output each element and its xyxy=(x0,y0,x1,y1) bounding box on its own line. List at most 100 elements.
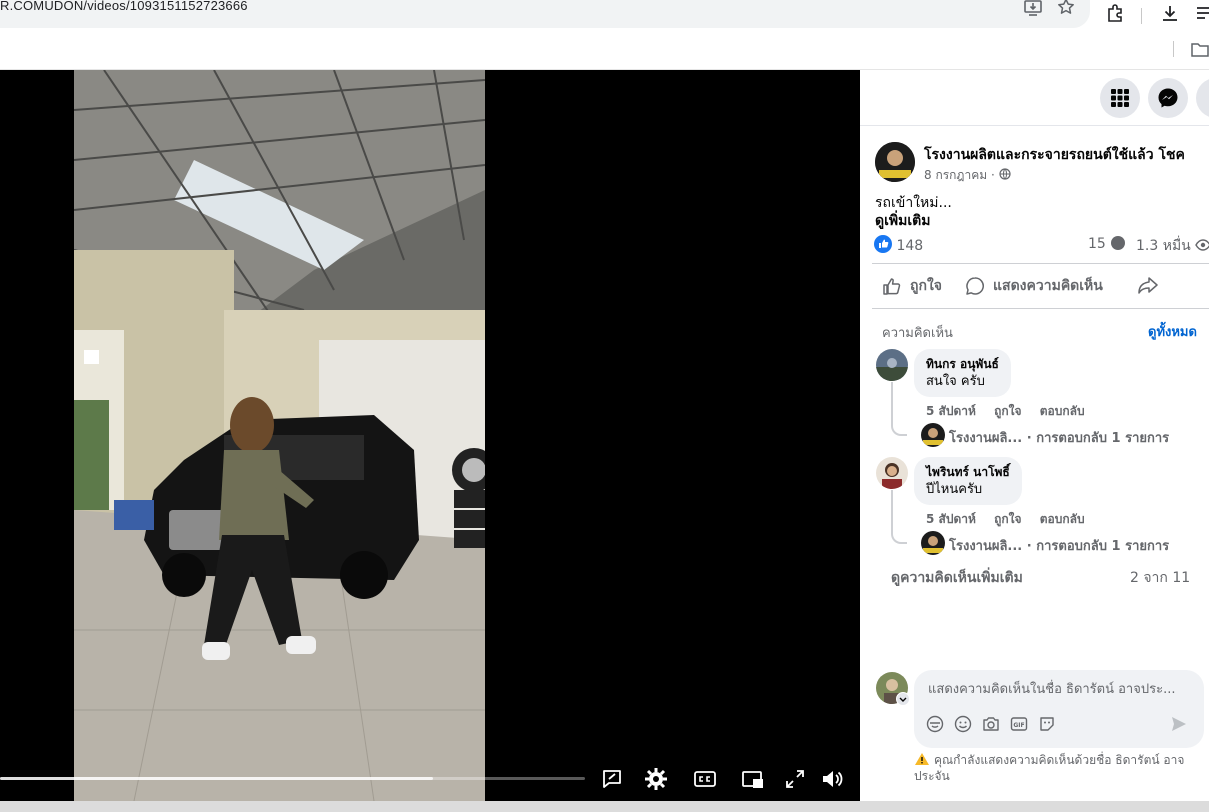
comment-overlay-icon[interactable] xyxy=(600,767,624,791)
reading-list-icon[interactable] xyxy=(1194,3,1209,23)
commenter-avatar[interactable] xyxy=(876,349,908,381)
comment-label: แสดงความคิดเห็น xyxy=(993,278,1103,294)
video-still-image xyxy=(74,70,485,801)
reactions-count[interactable]: 148 xyxy=(874,235,923,254)
comment-bubble: ไพรินทร์ นาโพธิ์ ปีไหนครับ xyxy=(914,457,1022,505)
camera-icon[interactable] xyxy=(982,715,1000,733)
address-bar[interactable]: R.COMUDON/videos/1093151152723666 xyxy=(0,0,1090,28)
share-icon xyxy=(1138,277,1158,294)
comment-reply-link[interactable]: ตอบกลับ xyxy=(1040,404,1085,418)
browser-toolbar: R.COMUDON/videos/1093151152723666 xyxy=(0,0,1209,30)
picture-in-picture-icon[interactable] xyxy=(741,767,765,791)
comments-count[interactable]: 15 xyxy=(1088,235,1126,252)
see-all-link[interactable]: ดูทั้งหมด xyxy=(1148,321,1197,342)
commenter-name[interactable]: ทินกร อนุพันธ์ xyxy=(926,355,999,373)
download-icon[interactable] xyxy=(1160,3,1180,23)
panel-top-bar xyxy=(860,70,1209,126)
comments-page-count: 2 จาก 11 xyxy=(1130,570,1191,586)
commenter-avatar-image xyxy=(876,457,908,489)
views-count-value: 1.3 หมื่น xyxy=(1136,238,1191,254)
comment-text: ปีไหนครับ xyxy=(926,482,983,497)
comments-heading: ความคิดเห็น xyxy=(882,326,953,341)
divider xyxy=(872,263,1209,264)
commenting-as-text: คุณกำลังแสดงความคิดเห็นด้วยชื่อ ธิดารัตน… xyxy=(914,753,1185,783)
post-side-panel: โรงงานผลิตและกระจายรถยนต์ใช้แล้ว โชค 8 ก… xyxy=(860,70,1209,801)
commenter-avatar-image xyxy=(876,349,908,381)
bookmarks-bar xyxy=(0,30,1209,70)
warning-icon xyxy=(915,753,929,765)
thumbs-up-icon xyxy=(883,278,901,295)
grid-menu-icon xyxy=(1111,89,1129,107)
like-reaction-icon xyxy=(874,235,892,253)
svg-text:GIF: GIF xyxy=(1013,722,1024,729)
messenger-button[interactable] xyxy=(1148,78,1188,118)
captions-icon[interactable] xyxy=(693,767,717,791)
extensions-icon[interactable] xyxy=(1106,3,1126,23)
view-replies-link[interactable]: โรงงานผลิ... · การตอบกลับ 1 รายการ xyxy=(949,535,1169,556)
reply-author: โรงงานผลิ... xyxy=(949,431,1023,446)
notifications-button[interactable] xyxy=(1196,78,1209,118)
divider xyxy=(872,308,1209,309)
page-avatar-image xyxy=(875,142,915,182)
comment-time[interactable]: 5 สัปดาห์ xyxy=(926,404,976,418)
reply-author: โรงงานผลิ... xyxy=(949,539,1023,554)
bookmark-divider xyxy=(1173,41,1174,57)
fullscreen-icon[interactable] xyxy=(783,767,807,791)
reply-avatar-image xyxy=(921,423,945,447)
send-icon[interactable] xyxy=(1170,715,1188,733)
likes-count: 148 xyxy=(896,238,924,254)
video-frame[interactable] xyxy=(74,70,485,801)
messenger-icon xyxy=(1158,88,1178,108)
comment-like-link[interactable]: ถูกใจ xyxy=(994,512,1021,526)
like-label: ถูกใจ xyxy=(910,278,942,294)
reply-avatar[interactable] xyxy=(921,423,945,447)
like-button[interactable]: ถูกใจ xyxy=(882,275,942,297)
menu-button[interactable] xyxy=(1100,78,1140,118)
page-avatar[interactable] xyxy=(875,142,915,182)
comment-bubble-icon xyxy=(1111,236,1126,250)
comments-count-value: 15 xyxy=(1088,236,1106,252)
comment-icon xyxy=(966,277,984,295)
more-comments-link[interactable]: ดูความคิดเห็นเพิ่มเติม xyxy=(891,567,1023,589)
view-replies-link[interactable]: โรงงานผลิ... · การตอบกลับ 1 รายการ xyxy=(949,427,1169,448)
gif-icon[interactable]: GIF xyxy=(1010,715,1028,733)
post-date[interactable]: 8 กรกฎาคม · xyxy=(924,166,1011,185)
emoji-icon[interactable] xyxy=(954,715,972,733)
reply-count: · การตอบกลับ 1 รายการ xyxy=(1026,431,1170,446)
volume-icon[interactable] xyxy=(820,767,844,791)
comment-meta: 5 สัปดาห์ ถูกใจ ตอบกลับ xyxy=(926,510,1099,529)
bookmark-star-icon[interactable] xyxy=(1056,0,1076,17)
avatar-sticker-icon[interactable] xyxy=(926,715,944,733)
comment-text: สนใจ ครับ xyxy=(926,374,985,389)
comment-bubble: ทินกร อนุพันธ์ สนใจ ครับ xyxy=(914,349,1011,397)
page-name-link[interactable]: โรงงานผลิตและกระจายรถยนต์ใช้แล้ว โชค xyxy=(924,144,1185,166)
toolbar-divider xyxy=(1141,8,1142,24)
reply-avatar[interactable] xyxy=(921,531,945,555)
chevron-down-icon[interactable] xyxy=(896,692,910,706)
thread-line xyxy=(891,490,907,544)
commenter-avatar[interactable] xyxy=(876,457,908,489)
see-more-link[interactable]: ดูเพิ่มเติม xyxy=(875,210,930,232)
commenting-as-note: คุณกำลังแสดงความคิดเห็นด้วยชื่อ ธิดารัตน… xyxy=(914,752,1204,784)
sticker-icon[interactable] xyxy=(1038,715,1056,733)
reply-count: · การตอบกลับ 1 รายการ xyxy=(1026,539,1170,554)
comment-button[interactable]: แสดงความคิดเห็น xyxy=(965,275,1103,297)
comment-time[interactable]: 5 สัปดาห์ xyxy=(926,512,976,526)
video-progress-bar[interactable] xyxy=(0,777,585,780)
share-button[interactable] xyxy=(1137,275,1159,295)
comment-input[interactable] xyxy=(926,679,1186,699)
comment-reply-link[interactable]: ตอบกลับ xyxy=(1040,512,1085,526)
eye-icon xyxy=(1195,239,1209,251)
video-player[interactable] xyxy=(0,70,860,801)
comment-like-link[interactable]: ถูกใจ xyxy=(994,404,1021,418)
reply-avatar-image xyxy=(921,531,945,555)
settings-gear-icon[interactable] xyxy=(644,767,668,791)
commenter-name[interactable]: ไพรินทร์ นาโพธิ์ xyxy=(926,463,1010,481)
folder-icon[interactable] xyxy=(1190,41,1209,59)
comment-meta: 5 สัปดาห์ ถูกใจ ตอบกลับ xyxy=(926,402,1099,421)
comment-composer: GIF xyxy=(914,670,1204,748)
globe-icon xyxy=(999,168,1011,180)
url-text[interactable]: R.COMUDON/videos/1093151152723666 xyxy=(0,0,248,13)
install-app-icon[interactable] xyxy=(1023,0,1043,17)
video-progress-fill xyxy=(0,777,433,780)
